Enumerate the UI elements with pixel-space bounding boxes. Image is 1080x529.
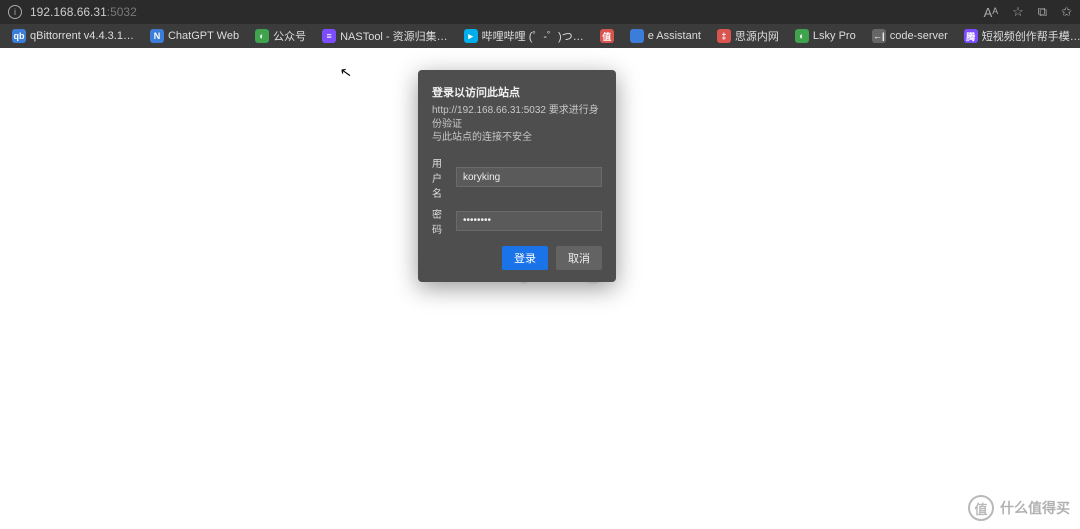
bookmark-icon: ←| bbox=[872, 29, 886, 43]
page-content: ↖ koryking 登录以访问此站点 http://192.168.66.31… bbox=[0, 48, 1080, 529]
password-input[interactable] bbox=[456, 211, 602, 231]
smzdm-text: 什么值得买 bbox=[1000, 498, 1070, 518]
bookmark-icon: ▸ bbox=[464, 29, 478, 43]
url-host: 192.168.66.31 bbox=[30, 5, 107, 19]
bookmark-item[interactable]: ◐ 公众号 bbox=[249, 26, 312, 46]
bookmark-icon: ≡ bbox=[322, 29, 336, 43]
bookmarks-bar: qb qBittorrent v4.4.3.1… N ChatGPT Web ◐ 公众号 ≡… bbox=[0, 24, 1080, 48]
bookmark-label: 短视频创作帮手模… bbox=[982, 28, 1080, 44]
bookmark-icon: ◐ bbox=[255, 29, 269, 43]
smzdm-logo-icon: 值 bbox=[968, 495, 994, 521]
url-input[interactable]: 192.168.66.31:5032 bbox=[30, 5, 976, 19]
bookmark-label: 公众号 bbox=[273, 28, 306, 44]
bookmark-icon: qb bbox=[12, 29, 26, 43]
bookmark-label: ChatGPT Web bbox=[168, 30, 239, 42]
bookmark-item[interactable]: 值 bbox=[594, 27, 620, 45]
username-label: 用户名 bbox=[432, 155, 448, 200]
bookmark-icon: 腾 bbox=[964, 29, 978, 43]
bookmark-label: Lsky Pro bbox=[813, 30, 856, 42]
dialog-message: http://192.168.66.31:5032 要求进行身份验证 与此站点的… bbox=[432, 104, 602, 145]
bookmark-item[interactable]: qb qBittorrent v4.4.3.1… bbox=[6, 27, 140, 45]
bookmark-item[interactable]: N ChatGPT Web bbox=[144, 27, 245, 45]
smzdm-watermark: 值 什么值得买 bbox=[968, 495, 1070, 521]
collections-icon[interactable]: ⧉ bbox=[1038, 4, 1047, 20]
bookmark-icon: 值 bbox=[600, 29, 614, 43]
bookmark-label: 思源内网 bbox=[735, 28, 779, 44]
username-row: 用户名 bbox=[432, 155, 602, 200]
bookmark-icon: ‡ bbox=[717, 29, 731, 43]
bookmark-item[interactable]: ←| code-server bbox=[866, 27, 954, 45]
bookmark-item[interactable]: e Assistant bbox=[624, 27, 707, 45]
dialog-message-line2: 与此站点的连接不安全 bbox=[432, 131, 602, 145]
auth-dialog: 登录以访问此站点 http://192.168.66.31:5032 要求进行身… bbox=[418, 70, 616, 282]
bookmark-item[interactable]: ≡ NASTool - 资源归集… bbox=[316, 26, 454, 46]
bookmark-label: qBittorrent v4.4.3.1… bbox=[30, 30, 134, 42]
bookmark-icon: ◐ bbox=[795, 29, 809, 43]
url-port: :5032 bbox=[107, 5, 137, 19]
username-input[interactable] bbox=[456, 167, 602, 187]
password-row: 密码 bbox=[432, 206, 602, 236]
bookmark-item[interactable]: 腾短视频创作帮手模… bbox=[958, 26, 1080, 46]
bookmark-label: e Assistant bbox=[648, 30, 701, 42]
star-icon[interactable]: ☆ bbox=[1012, 4, 1024, 20]
bookmark-item[interactable]: ‡ 思源内网 bbox=[711, 26, 785, 46]
password-label: 密码 bbox=[432, 206, 448, 236]
address-bar: i 192.168.66.31:5032 Aᴬ ☆ ⧉ ✩ bbox=[0, 0, 1080, 24]
bookmark-icon bbox=[630, 29, 644, 43]
info-icon[interactable]: i bbox=[8, 5, 22, 19]
reader-mode-icon[interactable]: Aᴬ bbox=[984, 5, 999, 20]
bookmark-icon: N bbox=[150, 29, 164, 43]
dialog-actions: 登录 取消 bbox=[432, 246, 602, 270]
bookmark-label: 哔哩哔哩 (゜-゜)つ… bbox=[482, 28, 584, 44]
bookmark-item[interactable]: ▸ 哔哩哔哩 (゜-゜)つ… bbox=[458, 26, 590, 46]
bookmark-label: code-server bbox=[890, 30, 948, 42]
dialog-title: 登录以访问此站点 bbox=[432, 84, 602, 100]
login-button[interactable]: 登录 bbox=[502, 246, 548, 270]
cursor-icon: ↖ bbox=[339, 63, 354, 82]
cancel-button[interactable]: 取消 bbox=[556, 246, 602, 270]
address-actions: Aᴬ ☆ ⧉ ✩ bbox=[984, 4, 1072, 20]
bookmark-label: NASTool - 资源归集… bbox=[340, 28, 448, 44]
bookmark-item[interactable]: ◐ Lsky Pro bbox=[789, 27, 862, 45]
dialog-message-line1: http://192.168.66.31:5032 要求进行身份验证 bbox=[432, 104, 602, 131]
favorite-icon[interactable]: ✩ bbox=[1061, 4, 1072, 20]
